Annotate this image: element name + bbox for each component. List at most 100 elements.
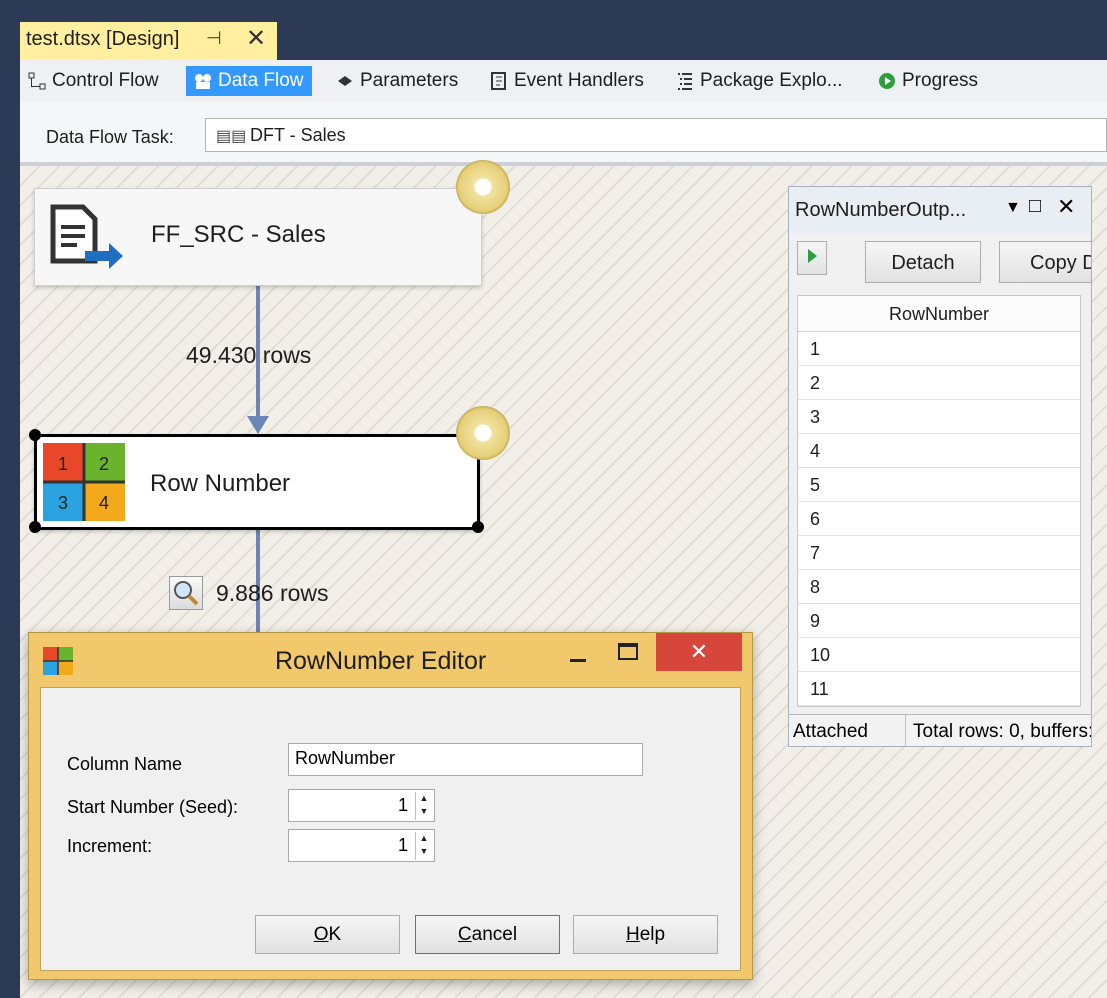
copy-data-button[interactable]: Copy Data: [999, 241, 1091, 283]
dialog-title: RowNumber Editor: [275, 647, 487, 675]
status-total-rows: Total rows: 0, buffers: 0: [913, 721, 1092, 742]
package-explorer-icon: [678, 73, 692, 90]
close-icon[interactable]: ✕: [1057, 194, 1075, 220]
column-header-rownumber[interactable]: RowNumber: [798, 296, 1080, 332]
data-viewer-magnifier-icon[interactable]: [169, 576, 203, 610]
path-arrowhead: [247, 416, 269, 434]
selection-handle[interactable]: [29, 521, 41, 533]
warning-icon[interactable]: [456, 160, 510, 214]
minimize-icon[interactable]: [570, 659, 586, 662]
column-name-value: RowNumber: [295, 748, 396, 768]
tab-label: Control Flow: [52, 70, 159, 91]
ok-button[interactable]: OK: [255, 915, 400, 954]
selection-handle[interactable]: [472, 521, 484, 533]
table-row[interactable]: 2: [798, 366, 1080, 400]
dropdown-arrow-icon[interactable]: ▼: [1005, 199, 1021, 217]
tab-control-flow[interactable]: Control Flow: [28, 66, 159, 96]
table-row[interactable]: 11: [798, 672, 1080, 706]
data-grid[interactable]: RowNumber 1 2 3 4 5 6 7 8 9 10 11: [797, 295, 1081, 707]
path-row-count: 49.430 rows: [186, 342, 312, 368]
quadrant-3: 3: [58, 493, 68, 513]
table-row[interactable]: 10: [798, 638, 1080, 672]
quadrant-4: 4: [99, 493, 109, 513]
data-flow-icon: [195, 74, 211, 89]
data-flow-task-icon: ▤▤: [216, 128, 247, 145]
table-row[interactable]: 3: [798, 400, 1080, 434]
rownumber-editor-dialog: RowNumber Editor ✕ Column Name RowNumber…: [28, 632, 753, 980]
component-row-number[interactable]: 1 2 3 4 Row Number: [34, 434, 480, 530]
play-icon: [808, 249, 817, 263]
spin-arrows-icon[interactable]: ▲ ▼: [415, 792, 432, 820]
start-number-value: 1: [397, 795, 408, 815]
document-tab-title: test.dtsx [Design]: [26, 28, 180, 50]
tab-label: Data Flow: [218, 70, 304, 91]
status-attached: Attached: [793, 721, 868, 742]
data-viewer-window: RowNumberOutp... ▼ □ ✕ Detach Copy Data …: [788, 186, 1092, 747]
start-number-label: Start Number (Seed):: [67, 797, 239, 817]
help-mnemonic: H: [625, 924, 640, 945]
document-tab[interactable]: test.dtsx [Design] ⊣ ✕: [20, 22, 277, 60]
tab-label: Event Handlers: [514, 70, 644, 91]
component-ff-src-sales[interactable]: FF_SRC - Sales: [34, 188, 482, 286]
table-row[interactable]: 9: [798, 604, 1080, 638]
quadrant-1: 1: [58, 454, 68, 474]
detach-button[interactable]: Detach: [865, 241, 981, 283]
column-name-label: Column Name: [67, 754, 183, 774]
cancel-mnemonic: C: [457, 924, 472, 945]
selection-handle[interactable]: [29, 429, 41, 441]
table-row[interactable]: 7: [798, 536, 1080, 570]
parameters-icon: [338, 76, 352, 86]
tab-event-handlers[interactable]: Event Handlers: [490, 66, 644, 96]
tab-package-explorer[interactable]: Package Explo...: [676, 66, 843, 96]
event-handlers-icon: [491, 72, 506, 90]
quadrant-2: 2: [99, 454, 109, 474]
spin-arrows-icon[interactable]: ▲ ▼: [415, 832, 432, 860]
task-selector-label: Data Flow Task:: [46, 127, 174, 147]
ok-mnemonic: O: [313, 924, 329, 945]
row-number-icon: 1 2 3 4: [43, 443, 125, 521]
ok-label: K: [328, 924, 342, 945]
flat-file-source-icon: [50, 204, 123, 269]
tab-parameters[interactable]: Parameters: [336, 66, 458, 96]
dialog-titlebar[interactable]: RowNumber Editor ✕: [29, 633, 752, 687]
tab-data-flow[interactable]: Data Flow: [186, 66, 312, 96]
table-row[interactable]: 8: [798, 570, 1080, 604]
data-viewer-title: RowNumberOutp...: [795, 199, 967, 221]
data-viewer-titlebar[interactable]: RowNumberOutp... ▼ □ ✕: [789, 187, 1091, 233]
detach-label: Detach: [891, 252, 955, 274]
task-selector-value: DFT - Sales: [250, 125, 346, 145]
path-row-count: 9.886 rows: [216, 580, 329, 606]
column-name-input[interactable]: RowNumber: [288, 743, 643, 776]
maximize-icon[interactable]: □: [1029, 195, 1041, 218]
task-selector-combo[interactable]: ▤▤ DFT - Sales: [205, 118, 1107, 152]
tab-label: Package Explo...: [700, 70, 843, 91]
table-row[interactable]: 4: [798, 434, 1080, 468]
designer-tab-bar: Control Flow Data Flow Parameters Event …: [20, 60, 1107, 102]
increment-label: Increment:: [67, 836, 153, 856]
help-label: elp: [639, 924, 666, 945]
start-number-stepper[interactable]: 1 ▲ ▼: [288, 789, 435, 822]
play-button[interactable]: [797, 241, 827, 275]
control-flow-icon: [28, 72, 46, 90]
increment-stepper[interactable]: 1 ▲ ▼: [288, 829, 435, 862]
table-row[interactable]: 5: [798, 468, 1080, 502]
component-name: Row Number: [150, 470, 291, 497]
table-row[interactable]: 1: [798, 332, 1080, 366]
tab-progress[interactable]: Progress: [878, 66, 978, 96]
row-number-app-icon: [43, 647, 73, 675]
help-button[interactable]: Help: [573, 915, 718, 954]
status-divider: [905, 715, 906, 746]
cancel-button[interactable]: Cancel: [415, 915, 560, 954]
tab-label: Parameters: [360, 70, 459, 91]
progress-icon: [879, 73, 895, 89]
increment-value: 1: [397, 835, 408, 855]
warning-icon[interactable]: [456, 406, 510, 460]
pin-icon[interactable]: ⊣: [206, 28, 222, 49]
maximize-icon[interactable]: [618, 643, 638, 660]
tab-label: Progress: [902, 70, 979, 91]
data-viewer-status-bar: Attached Total rows: 0, buffers: 0: [789, 714, 1092, 746]
cancel-label: ancel: [471, 924, 518, 945]
close-tab-icon[interactable]: ✕: [246, 24, 266, 53]
close-button[interactable]: ✕: [656, 633, 742, 671]
table-row[interactable]: 6: [798, 502, 1080, 536]
